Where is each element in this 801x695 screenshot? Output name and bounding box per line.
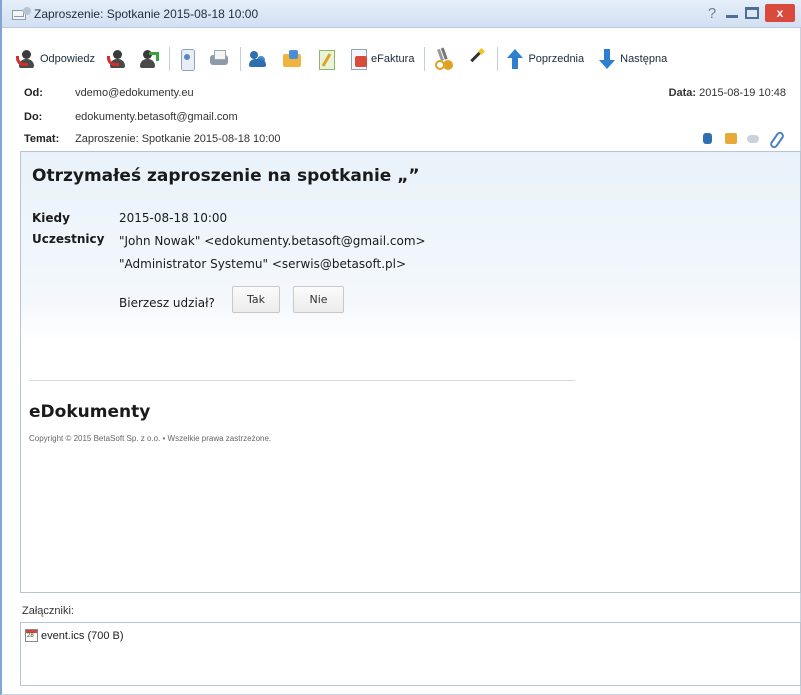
toolbar: Odpowiedz eFaktura Poprzednia Następna — [16, 42, 671, 76]
contact-icon[interactable] — [702, 131, 716, 145]
when-label: Kiedy — [32, 211, 70, 225]
toolbar-separator — [240, 47, 242, 71]
title-bar: Zaproszenie: Spotkanie 2015-08-18 10:00 … — [2, 0, 801, 28]
folder-icon — [281, 48, 303, 70]
brand-name: eDokumenty — [29, 402, 151, 422]
notes-button[interactable] — [315, 44, 337, 74]
copyright-text: Copyright © 2015 BetaSoft Sp. z o.o. • W… — [29, 434, 272, 443]
arrow-down-icon — [596, 48, 618, 70]
subject-value: Zaproszenie: Spotkanie 2015-08-18 10:00 — [75, 133, 281, 145]
scroll-button[interactable] — [176, 44, 198, 74]
subject-label: Temat: — [24, 133, 60, 145]
mail-settings-icon[interactable] — [746, 131, 760, 145]
help-icon[interactable]: ? — [705, 5, 719, 22]
forward-icon — [137, 48, 160, 70]
attendance-question: Bierzesz udział? — [119, 296, 215, 310]
magic-wand-icon — [465, 48, 487, 70]
magic-wand-button[interactable] — [465, 44, 487, 74]
to-row: Do: edokumenty.betasoft@gmail.com — [24, 111, 238, 123]
users-icon — [247, 48, 269, 70]
to-value: edokumenty.betasoft@gmail.com — [75, 111, 238, 123]
calendar-file-icon — [25, 629, 38, 642]
from-row: Od: vdemo@edokumenty.eu — [24, 87, 194, 99]
invoice-icon — [347, 48, 369, 70]
attachments-label: Załączniki: — [22, 605, 74, 617]
scroll-icon — [176, 48, 198, 71]
toolbar-separator — [424, 47, 426, 71]
mail-app-icon — [12, 6, 31, 21]
from-value: vdemo@edokumenty.eu — [75, 87, 194, 99]
participant-item: "John Nowak" <edokumenty.betasoft@gmail.… — [119, 234, 426, 248]
attachments-list: event.ics (700 B) — [20, 622, 801, 686]
folder-button[interactable] — [281, 44, 303, 74]
reply-all-icon — [107, 48, 129, 70]
previous-label: Poprzednia — [528, 53, 585, 65]
window-title: Zaproszenie: Spotkanie 2015-08-18 10:00 — [34, 6, 259, 21]
previous-button[interactable]: Poprzednia — [504, 44, 584, 74]
archive-icon[interactable] — [724, 131, 738, 145]
cut-button[interactable] — [431, 44, 453, 74]
participants-label: Uczestnicy — [32, 232, 105, 246]
message-body: Otrzymałeś zaproszenie na spotkanie „” K… — [20, 151, 801, 593]
notes-icon — [315, 48, 337, 70]
decline-button[interactable]: Nie — [293, 286, 344, 313]
reply-all-button[interactable] — [107, 44, 129, 74]
close-button[interactable]: x — [765, 4, 795, 22]
participant-item: "Administrator Systemu" <serwis@betasoft… — [119, 257, 407, 271]
email-window: Zaproszenie: Spotkanie 2015-08-18 10:00 … — [0, 0, 801, 695]
contacts-button[interactable] — [247, 44, 269, 74]
printer-icon — [208, 48, 230, 70]
toolbar-separator — [169, 47, 171, 71]
accept-button[interactable]: Tak — [232, 286, 280, 313]
subject-row: Temat: Zaproszenie: Spotkanie 2015-08-18… — [24, 133, 281, 145]
print-button[interactable] — [208, 44, 230, 74]
invitation-heading: Otrzymałeś zaproszenie na spotkanie „” — [32, 166, 420, 186]
from-label: Od: — [24, 87, 43, 99]
attachment-name: event.ics (700 B) — [41, 629, 124, 642]
window-controls: ? x — [705, 4, 795, 22]
next-label: Następna — [620, 53, 668, 65]
minimize-button[interactable] — [725, 6, 739, 20]
when-value: 2015-08-18 10:00 — [119, 211, 228, 225]
arrow-up-icon — [504, 48, 526, 70]
next-button[interactable]: Następna — [596, 44, 667, 74]
date-value: 2015-08-19 10:48 — [699, 87, 786, 99]
maximize-button[interactable] — [745, 7, 759, 19]
efaktura-label: eFaktura — [371, 53, 415, 65]
reply-button[interactable]: Odpowiedz — [16, 44, 95, 74]
header-actions — [702, 131, 782, 145]
reply-icon — [16, 48, 38, 70]
attachment-item[interactable]: event.ics (700 B) — [25, 629, 124, 642]
forward-button[interactable] — [137, 44, 160, 74]
scissors-icon — [431, 48, 453, 70]
efaktura-button[interactable]: eFaktura — [347, 44, 414, 74]
to-label: Do: — [24, 111, 43, 123]
date-row: Data: 2015-08-19 10:48 — [669, 87, 786, 99]
toolbar-separator — [497, 47, 499, 71]
paperclip-icon[interactable] — [768, 131, 782, 145]
date-label: Data: — [668, 87, 697, 99]
divider — [29, 380, 575, 381]
reply-label: Odpowiedz — [40, 53, 96, 65]
